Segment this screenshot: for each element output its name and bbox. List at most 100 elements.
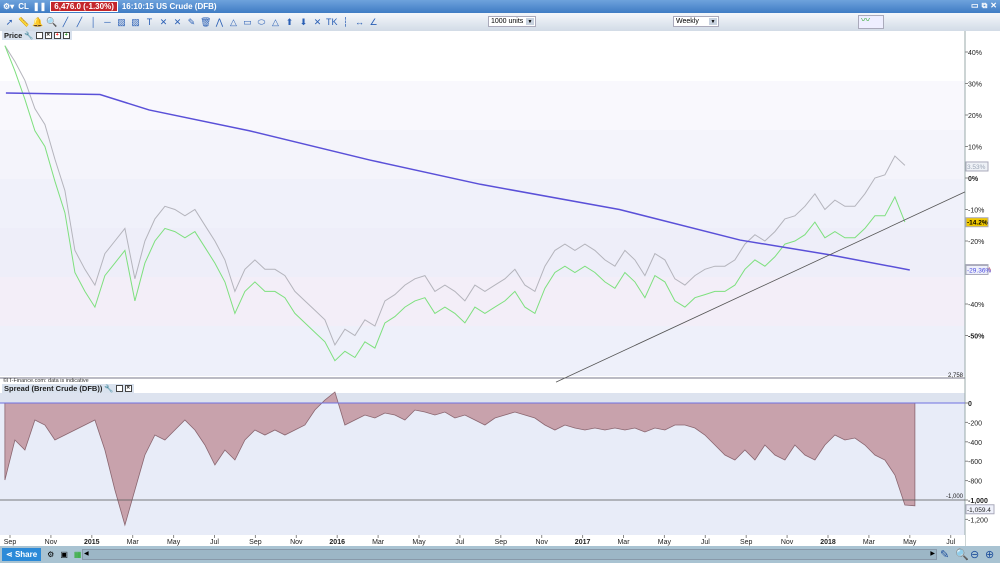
share-button[interactable]: ⋖ Share	[2, 548, 42, 561]
add-indicator-icon[interactable]: +	[62, 32, 70, 39]
units-value: 1000 units	[491, 18, 524, 25]
price-panel-band	[0, 81, 965, 131]
channel-icon[interactable]: ▨	[116, 17, 127, 28]
fib-fan-icon[interactable]: ✕	[172, 17, 183, 28]
angle-icon[interactable]: ∠	[368, 17, 379, 28]
zoom-icon[interactable]: 🔍	[46, 17, 57, 28]
x-tick-label: May	[903, 539, 917, 546]
y-tick-label: 20%	[968, 113, 982, 120]
price-panel-label: Price	[4, 31, 23, 40]
close-panel-icon[interactable]: ✕	[124, 385, 132, 392]
price-panel-band	[0, 32, 965, 82]
pitchfork-icon[interactable]: △	[228, 17, 239, 28]
horizontal-scrollbar[interactable]: ◀ ▶	[82, 549, 937, 560]
price-change-badge: 6,476.0 (-1.30%)	[50, 1, 118, 12]
parallel-channel-icon[interactable]: ▨	[130, 17, 141, 28]
ruler-icon[interactable]: 📏	[18, 17, 29, 28]
ellipse-icon[interactable]: ⬭	[256, 17, 267, 28]
price-marker-label: 3.53%	[967, 164, 986, 171]
buy-arrow-icon[interactable]: ⬆	[284, 17, 295, 28]
x-tick-label: Mar	[863, 539, 876, 546]
spread-y-tick-label: -800	[968, 479, 982, 486]
price-panel-header: Price 🔧 ✕ + +	[2, 31, 72, 40]
y-tick-label: -40%	[968, 302, 984, 309]
maximize-icon[interactable]	[115, 385, 123, 392]
symbol[interactable]: CL	[18, 2, 29, 11]
horizontal-line-icon[interactable]: ─	[102, 17, 113, 28]
x-tick-label: Jul	[210, 539, 219, 546]
wrench-icon[interactable]: 🔧	[24, 31, 33, 40]
x-tick-label: 2017	[575, 539, 591, 546]
x-tick-label: Sep	[495, 539, 508, 546]
x-tick-label: May	[658, 539, 672, 546]
measure-icon[interactable]: ┆	[340, 17, 351, 28]
x-tick-label: Sep	[249, 539, 262, 546]
chart-type-button[interactable]: 〰	[858, 15, 884, 29]
zigzag-icon[interactable]: ⋀	[214, 17, 225, 28]
text-icon[interactable]: T	[144, 17, 155, 28]
sell-arrow-icon[interactable]: ⬇	[298, 17, 309, 28]
share-label: Share	[14, 550, 38, 559]
zoom-fit-icon[interactable]: 🔍	[955, 548, 969, 561]
pointer-icon[interactable]: ➚	[4, 17, 15, 28]
close-panel-icon[interactable]: ✕	[44, 32, 52, 39]
scroll-left-icon[interactable]: ◀	[84, 550, 89, 557]
pause-icon[interactable]: ❚❚	[33, 2, 46, 11]
gann-icon[interactable]: ✕	[312, 17, 323, 28]
x-tick-label: May	[412, 539, 426, 546]
fib-icon[interactable]: ✕	[158, 17, 169, 28]
y-tick-label: 0%	[968, 176, 979, 183]
zoom-out-icon[interactable]: ⊖	[970, 548, 979, 561]
eraser-icon[interactable]: ✎	[186, 17, 197, 28]
price-panel-band	[0, 277, 965, 327]
vertical-line-icon[interactable]: │	[88, 17, 99, 28]
spread-panel-label: Spread (Brent Crude (DFB))	[4, 384, 103, 393]
x-tick-label: Nov	[290, 539, 303, 546]
x-tick-label: Sep	[740, 539, 753, 546]
maximize-icon[interactable]	[35, 32, 43, 39]
spread-last-value: -1,059.4	[967, 507, 991, 514]
y-tick-label: 30%	[968, 82, 982, 89]
tk-icon[interactable]: TK	[326, 17, 338, 28]
x-tick-label: Sep	[4, 539, 17, 546]
app-menu-icon[interactable]: ⚙▾	[3, 2, 14, 11]
price-panel-band	[0, 326, 965, 376]
triangle-icon[interactable]: △	[270, 17, 281, 28]
settings-icon[interactable]: ⚙	[47, 550, 54, 559]
units-select[interactable]: 1000 units ▼	[488, 16, 536, 27]
price-panel-band	[0, 179, 965, 229]
alert-bell-icon[interactable]: 🔔	[32, 17, 43, 28]
wrench-icon[interactable]: 🔧	[104, 384, 113, 393]
spread-y-tick-label: -1,200	[968, 517, 988, 524]
x-tick-label: 2015	[84, 539, 100, 546]
x-tick-label: Mar	[127, 539, 140, 546]
title-bar: ⚙▾ CL ❚❚ 6,476.0 (-1.30%) 16:10:15 US Cr…	[0, 0, 1000, 13]
range-icon[interactable]: ↔	[354, 17, 365, 28]
layout-icon[interactable]: ▦	[74, 550, 82, 559]
chart-area[interactable]: ©IT-Finance.com: data is indicative 2,758…	[0, 31, 1000, 546]
zoom-in-icon[interactable]: ⊕	[985, 548, 994, 561]
x-tick-label: Jul	[455, 539, 464, 546]
spread-y-tick-label: 0	[968, 401, 972, 408]
chart-svg[interactable]: ©IT-Finance.com: data is indicative 2,758…	[0, 31, 1000, 546]
spread-y-tick-label: -1,000	[968, 498, 988, 505]
minimize-icon[interactable]: ▭	[971, 1, 979, 11]
price-panel-band	[0, 130, 965, 180]
rectangle-icon[interactable]: ▭	[242, 17, 253, 28]
interval-select[interactable]: Weekly ▼	[673, 16, 719, 27]
trash-icon[interactable]: 🗑	[200, 17, 211, 28]
x-tick-label: 2018	[820, 539, 836, 546]
screenshot-icon[interactable]: ▣	[60, 550, 68, 559]
restore-icon[interactable]: ⧉	[982, 1, 988, 11]
chevron-down-icon[interactable]: ▼	[526, 18, 534, 25]
add-icon[interactable]: +	[53, 32, 61, 39]
y-tick-label: -50%	[968, 334, 985, 341]
watermark: ©IT-Finance.com: data is indicative	[3, 377, 89, 384]
chevron-down-icon[interactable]: ▼	[709, 18, 717, 25]
x-tick-label: Jul	[946, 539, 955, 546]
close-icon[interactable]: ✕	[990, 1, 997, 11]
ray-icon[interactable]: ╱	[74, 17, 85, 28]
scroll-right-icon[interactable]: ▶	[930, 550, 935, 557]
line-icon[interactable]: ╱	[60, 17, 71, 28]
draw-tool-icon[interactable]: ✎	[940, 548, 949, 561]
